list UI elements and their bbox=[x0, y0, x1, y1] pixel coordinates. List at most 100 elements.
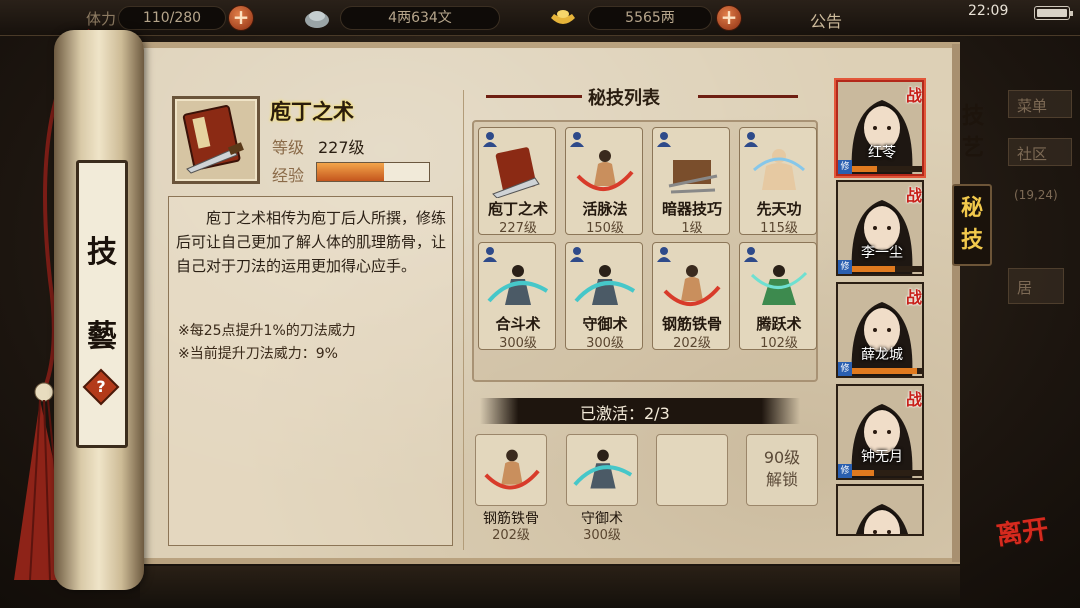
skill-art-icon bbox=[573, 449, 633, 489]
skill-card-name: 先天功 bbox=[756, 200, 802, 218]
party-member-portrait[interactable]: 战钟无月修 bbox=[836, 384, 924, 480]
battle-tag: 战 bbox=[905, 390, 922, 409]
skill-card[interactable]: 先天功 115级 bbox=[739, 127, 817, 236]
skill-card[interactable]: 活脉法 150级 bbox=[565, 127, 643, 236]
secret-skill-list-title: 秘技列表 bbox=[588, 88, 660, 109]
skill-title: 庖丁之术 bbox=[270, 99, 354, 124]
person-icon bbox=[483, 247, 497, 262]
skill-art-icon bbox=[663, 265, 721, 307]
rod-char-top: 技 bbox=[87, 235, 117, 270]
party-member-name: 薛龙城 bbox=[861, 347, 903, 363]
cultivate-badge: 修 bbox=[838, 464, 852, 478]
book-knife-icon bbox=[182, 105, 244, 174]
add-silver-button[interactable]: + bbox=[716, 5, 742, 31]
skill-card-name: 腾跃术 bbox=[756, 315, 802, 333]
menu-button[interactable]: 菜单 bbox=[1008, 90, 1072, 118]
battery-icon bbox=[1034, 6, 1073, 20]
skill-card-level: 300级 bbox=[586, 336, 624, 351]
party-member-portrait[interactable]: 战薛龙城修 bbox=[836, 282, 924, 378]
party-member-portrait[interactable]: 战李一尘修 bbox=[836, 180, 924, 276]
skill-art-icon bbox=[487, 265, 549, 305]
tab-skills[interactable]: 技艺 bbox=[958, 100, 988, 164]
activated-skill-level: 300级 bbox=[583, 528, 621, 543]
skill-card-name: 暗器技巧 bbox=[661, 200, 722, 218]
rod-char-bottom: 藝 bbox=[87, 319, 117, 354]
map-coordinate: (19,24) bbox=[1014, 188, 1058, 202]
person-icon bbox=[744, 132, 758, 147]
party-member-hp-bar bbox=[852, 266, 922, 272]
panel-divider bbox=[463, 90, 464, 550]
skill-card-name: 庖丁之术 bbox=[487, 200, 548, 218]
skill-card[interactable]: 腾跃术 102级 bbox=[739, 242, 817, 351]
tab-secret-skills[interactable]: 秘技 bbox=[952, 184, 992, 266]
level-label: 等级 bbox=[272, 138, 305, 157]
skill-card-level: 227级 bbox=[499, 221, 537, 236]
person-icon bbox=[483, 132, 497, 147]
skill-card[interactable]: 庖丁之术 227级 bbox=[478, 127, 556, 236]
skill-note-2: ※当前提升刀法威力：9% bbox=[178, 346, 338, 362]
person-icon bbox=[744, 247, 758, 262]
person-icon bbox=[570, 247, 584, 262]
residence-button[interactable]: 居 bbox=[1008, 268, 1064, 304]
skill-art-icon bbox=[668, 160, 718, 194]
cultivate-badge: 修 bbox=[838, 362, 852, 376]
skill-card[interactable]: 合斗术 300级 bbox=[478, 242, 556, 351]
person-icon bbox=[570, 132, 584, 147]
add-stamina-button[interactable]: + bbox=[228, 5, 254, 31]
skill-art-icon bbox=[750, 265, 808, 305]
silver-counter: 5565两 bbox=[588, 6, 712, 30]
skill-card-level: 300级 bbox=[499, 336, 537, 351]
skill-card-level: 115级 bbox=[760, 221, 798, 236]
battle-tag: 战 bbox=[905, 86, 922, 105]
game-screen: 体力 110/280 + 4两634文 5565两 + 公告 22:09 菜单 … bbox=[0, 0, 1080, 608]
skill-description: 庖丁之术相传为庖丁后人所撰，修练后可让自己更加了解人体的肌理筋骨，让自己对于刀法… bbox=[176, 209, 447, 275]
skill-note-1: ※每25点提升1%的刀法威力 bbox=[178, 323, 356, 339]
person-icon bbox=[657, 247, 671, 262]
party-member-name: 红苓 bbox=[868, 145, 896, 161]
skills-rod-label: 技 藝 bbox=[76, 160, 128, 448]
person-icon bbox=[657, 132, 671, 147]
title-ornament-left bbox=[486, 95, 582, 98]
skill-card-level: 102级 bbox=[760, 336, 798, 351]
skill-card-name: 钢筋铁骨 bbox=[661, 315, 722, 333]
party-member-name: 李一尘 bbox=[861, 245, 903, 261]
skill-card-name: 活脉法 bbox=[582, 200, 628, 218]
coin-pouch-icon bbox=[305, 11, 329, 28]
skill-card[interactable]: 钢筋铁骨 202级 bbox=[652, 242, 730, 351]
skill-art-icon bbox=[484, 449, 540, 490]
party-member-portrait[interactable]: 战红苓修 bbox=[836, 80, 924, 176]
skill-art-icon bbox=[492, 147, 540, 198]
cultivate-badge: 修 bbox=[838, 260, 852, 274]
bottom-nav-bar bbox=[140, 566, 960, 608]
coins-counter: 4两634文 bbox=[340, 6, 500, 30]
locked-skill-slot: 90级 解锁 bbox=[746, 434, 818, 506]
activated-skill-slot[interactable] bbox=[566, 434, 638, 506]
skill-art-icon bbox=[576, 150, 634, 192]
exp-bar bbox=[316, 162, 430, 182]
battle-tag: 战 bbox=[905, 186, 922, 205]
leave-button[interactable]: 离开 bbox=[994, 509, 1051, 553]
skill-card-level: 202级 bbox=[673, 336, 711, 351]
top-resource-bar: 体力 110/280 + 4两634文 5565两 + 公告 22:09 bbox=[0, 0, 1080, 36]
title-ornament-right bbox=[698, 95, 798, 98]
skill-card-name: 守御术 bbox=[582, 315, 628, 333]
level-value: 227级 bbox=[318, 138, 365, 157]
empty-skill-slot[interactable] bbox=[656, 434, 728, 506]
skill-art-icon bbox=[753, 149, 805, 190]
clock: 22:09 bbox=[968, 3, 1009, 19]
activated-skill-slot[interactable] bbox=[475, 434, 547, 506]
skill-card[interactable]: 暗器技巧 1级 bbox=[652, 127, 730, 236]
skill-card[interactable]: 守御术 300级 bbox=[565, 242, 643, 351]
party-member-hp-bar bbox=[852, 470, 922, 476]
skill-card-name: 合斗术 bbox=[495, 315, 541, 333]
cultivate-badge: 修 bbox=[838, 160, 852, 174]
activated-skill-level: 202级 bbox=[492, 528, 530, 543]
notice-button[interactable]: 公告 bbox=[810, 8, 842, 32]
battle-tag: 战 bbox=[905, 288, 922, 307]
party-member-portrait[interactable] bbox=[836, 484, 924, 536]
party-member-name: 钟无月 bbox=[861, 449, 903, 465]
skill-card-level: 150级 bbox=[586, 221, 624, 236]
party-member-hp-bar bbox=[852, 368, 922, 374]
skill-card-level: 1级 bbox=[681, 221, 703, 236]
community-button[interactable]: 社区 bbox=[1008, 138, 1072, 166]
